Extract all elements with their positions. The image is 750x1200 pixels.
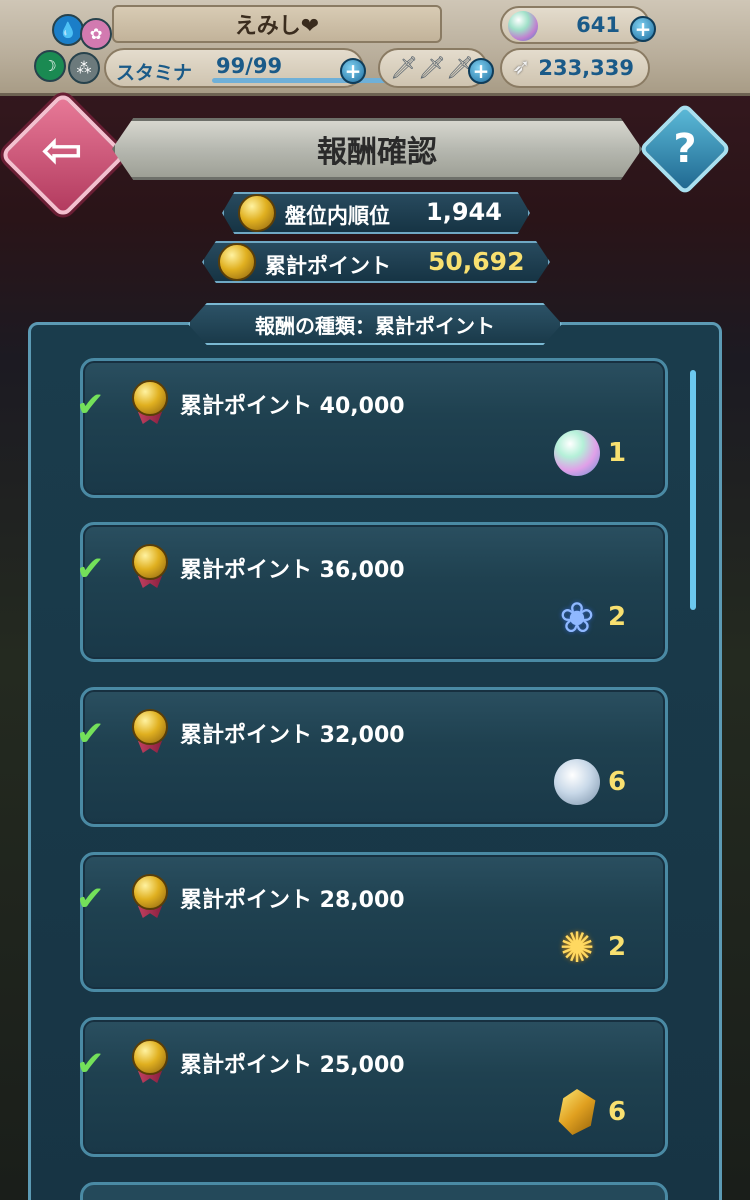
- reward-qty: 6: [608, 767, 627, 797]
- feather-count: 233,339: [538, 56, 634, 80]
- trinity-element-icon: ⁂: [68, 52, 100, 84]
- gold-medal-icon: [132, 709, 168, 745]
- orb-icon: [508, 11, 538, 41]
- rank-label: 盤位内順位: [285, 204, 390, 228]
- reward-title: 累計ポイント 28,000: [180, 888, 405, 913]
- orb-plus-button[interactable]: +: [630, 16, 656, 42]
- reward-title: 累計ポイント 25,000: [180, 1053, 405, 1078]
- gold-medal-icon: [132, 874, 168, 910]
- gold-medal-icon: [132, 380, 168, 416]
- arrow-left-icon[interactable]: ⇦: [30, 118, 94, 182]
- orb-count: 641: [576, 13, 620, 37]
- stamina-value: 99/99: [216, 54, 283, 78]
- status-bar: 💧 ✿ ☽ ⁂ えみし❤ スタミナ 99/99 + 🗡🗡🗡 + 641 + ➶ …: [0, 0, 750, 96]
- reward-title: 累計ポイント 32,000: [180, 723, 405, 748]
- reward-title: 累計ポイント 40,000: [180, 394, 405, 419]
- stamina-label: スタミナ: [116, 62, 193, 84]
- rank-value: 1,944: [426, 198, 502, 226]
- reward-qty: 6: [608, 1097, 627, 1127]
- reward-qty: 2: [608, 602, 627, 632]
- orb-counter: 641: [500, 6, 650, 44]
- points-value: 50,692: [428, 247, 525, 276]
- moon-badge-icon: [554, 759, 600, 805]
- gold-medal-icon: [218, 243, 256, 281]
- gold-medal-icon: [132, 544, 168, 580]
- feather-icon: ➶: [512, 55, 531, 80]
- question-icon[interactable]: ?: [652, 116, 718, 182]
- check-icon: ✔: [76, 385, 105, 425]
- player-name: えみし❤: [112, 5, 442, 43]
- element-badges: 💧 ✿ ☽ ⁂: [34, 14, 112, 86]
- page-title: 報酬確認: [112, 118, 642, 180]
- reward-type-tab: 報酬の種類：累計ポイント: [188, 303, 562, 345]
- moon-element-icon: ☽: [34, 50, 66, 82]
- stamina-box: スタミナ 99/99: [104, 48, 440, 88]
- gold-medal-icon: [132, 1039, 168, 1075]
- reward-card[interactable]: [80, 1017, 668, 1157]
- reward-card[interactable]: [80, 687, 668, 827]
- stamina-plus-button[interactable]: +: [340, 58, 366, 84]
- reward-card-partial[interactable]: [80, 1182, 668, 1200]
- water-element-icon: 💧: [52, 14, 84, 46]
- reward-card[interactable]: [80, 358, 668, 498]
- blue-flower-icon: ❀: [559, 592, 595, 642]
- flower-element-icon: ✿: [80, 18, 112, 50]
- gold-flower-icon: ✺: [559, 922, 595, 972]
- check-icon: ✔: [76, 549, 105, 589]
- helmet-medal-icon: [238, 194, 276, 232]
- orb-icon: [554, 430, 600, 476]
- scrollbar[interactable]: [690, 370, 696, 610]
- reward-qty: 1: [608, 438, 627, 468]
- reward-qty: 2: [608, 932, 627, 962]
- check-icon: ✔: [76, 714, 105, 754]
- feather-counter: ➶ 233,339: [500, 48, 650, 88]
- points-label: 累計ポイント: [265, 254, 391, 278]
- check-icon: ✔: [76, 879, 105, 919]
- reward-title: 累計ポイント 36,000: [180, 558, 405, 583]
- sword-icon: 🗡🗡🗡: [390, 55, 474, 81]
- check-icon: ✔: [76, 1044, 105, 1084]
- swords-plus-button[interactable]: +: [468, 58, 494, 84]
